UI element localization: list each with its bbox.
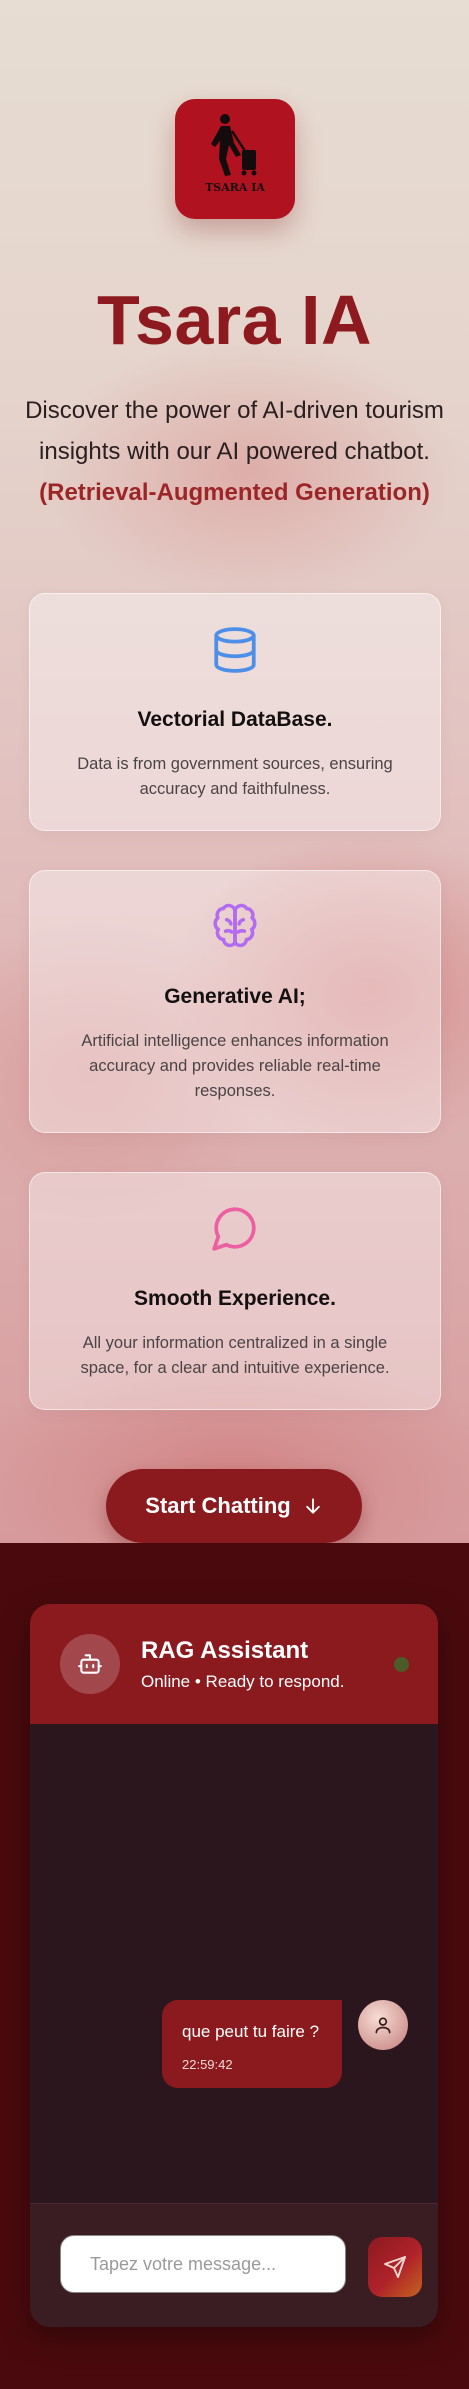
message-time: 22:59:42	[182, 2057, 233, 2072]
hero-section: TSARA IA Tsara IA Discover the power of …	[0, 0, 469, 1543]
assistant-avatar	[60, 1634, 120, 1694]
feature-description: Artificial intelligence enhances informa…	[81, 1032, 389, 1100]
app-logo: TSARA IA	[175, 99, 295, 219]
message-input[interactable]	[60, 2235, 346, 2293]
feature-card-database: Vectorial DataBase. Data is from governm…	[29, 593, 441, 831]
logo-text: TSARA IA	[205, 181, 265, 194]
chat-title: RAG Assistant	[141, 1637, 309, 1664]
feature-card-experience: Smooth Experience. All your information …	[29, 1172, 441, 1410]
arrow-down-icon	[305, 1498, 320, 1514]
chat-window: RAG Assistant Online • Ready to respond.…	[30, 1604, 438, 2327]
feature-title: Vectorial DataBase.	[137, 708, 333, 731]
send-icon	[384, 2256, 406, 2278]
cta-label: Start Chatting	[145, 1493, 291, 1518]
bot-icon	[78, 1654, 102, 1674]
message-list[interactable]: que peut tu faire ? 22:59:42	[30, 1724, 438, 2203]
chat-input-bar	[30, 2203, 438, 2327]
database-icon	[214, 627, 256, 673]
intro-highlight: (Retrieval-Augmented Generation)	[39, 479, 430, 506]
feature-description: All your information centralized in a si…	[80, 1334, 390, 1377]
message-text: que peut tu faire ?	[182, 2022, 320, 2041]
user-icon	[375, 2017, 391, 2034]
intro-text: Discover the power of AI-driven tourism …	[25, 397, 444, 465]
feature-card-generative-ai: Generative AI; Artificial intelligence e…	[29, 870, 441, 1133]
chat-bubble-icon	[212, 1207, 256, 1251]
start-chatting-button[interactable]: Start Chatting	[106, 1469, 362, 1543]
intro-paragraph: Discover the power of AI-driven tourism …	[22, 390, 447, 513]
chat-header: RAG Assistant Online • Ready to respond.	[30, 1604, 438, 1724]
traveler-logo-icon	[211, 114, 257, 176]
brain-icon	[213, 903, 257, 948]
online-indicator	[394, 1657, 409, 1672]
user-message: que peut tu faire ? 22:59:42	[162, 2000, 342, 2088]
page-title: Tsara IA	[96, 281, 373, 359]
chat-status: Online • Ready to respond.	[141, 1672, 345, 1691]
user-avatar	[358, 2000, 408, 2050]
feature-description: Data is from government sources, ensurin…	[77, 755, 393, 798]
send-button[interactable]	[368, 2237, 422, 2297]
feature-title: Smooth Experience.	[134, 1287, 336, 1310]
feature-title: Generative AI;	[164, 985, 306, 1008]
